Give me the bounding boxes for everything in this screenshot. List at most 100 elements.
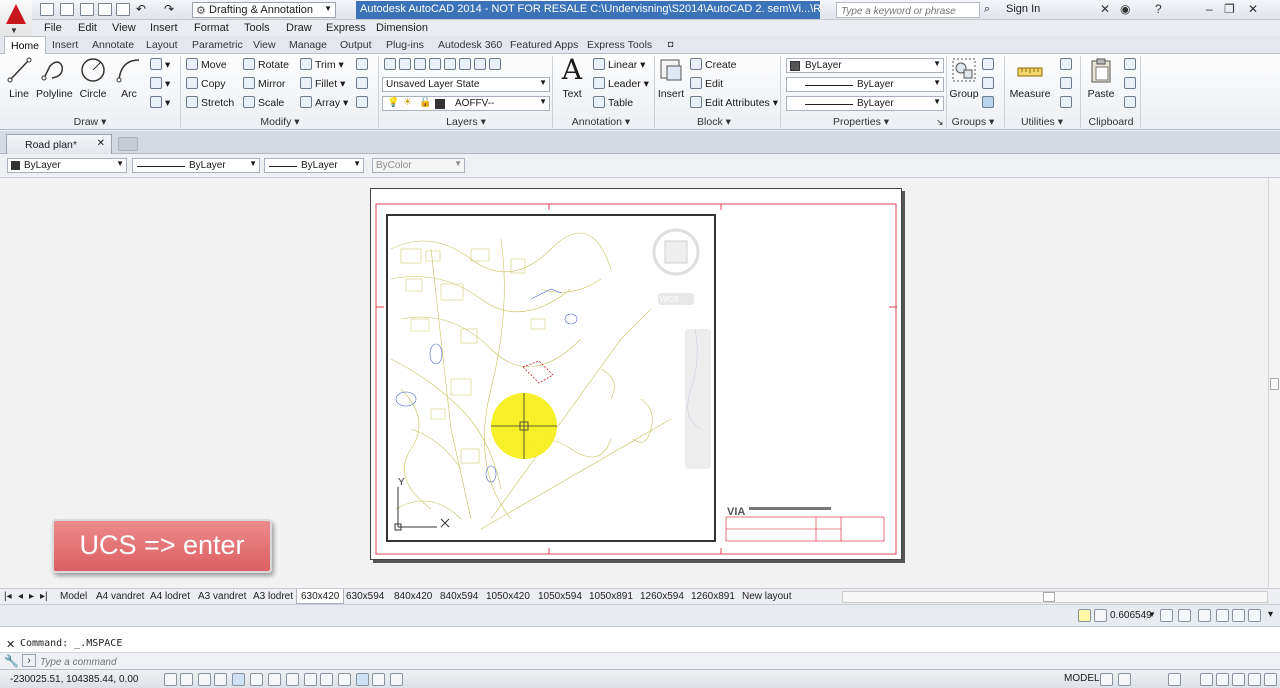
layer-properties-tools[interactable] — [384, 58, 504, 74]
scale-tool[interactable]: Scale — [243, 96, 284, 112]
wcs-label[interactable]: WCS — [660, 295, 679, 304]
tab-plugins[interactable]: Plug-ins — [386, 39, 424, 51]
rotate-tool[interactable]: Rotate — [243, 58, 289, 74]
tab-parametric[interactable]: Parametric — [192, 39, 243, 51]
quick-view-layouts-icon[interactable] — [1100, 673, 1113, 686]
close-icon[interactable]: ✕ — [1248, 2, 1258, 16]
quick-select-tool[interactable] — [1060, 58, 1075, 74]
command-input[interactable] — [40, 655, 1270, 669]
model-space-button[interactable]: MODEL — [1064, 673, 1100, 684]
infer-constraints-icon[interactable] — [164, 673, 177, 686]
binoculars-icon[interactable]: ⌕ — [984, 3, 990, 16]
offset-tool[interactable] — [356, 96, 371, 112]
tab-output[interactable]: Output — [340, 39, 372, 51]
properties-panel-title[interactable]: Properties ▾ — [826, 116, 896, 129]
create-block-tool[interactable]: Create — [690, 58, 737, 74]
linetype-select[interactable]: ByLayer ▼ — [786, 77, 944, 92]
fillet-tool[interactable]: Fillet ▾ — [300, 77, 345, 93]
lineweight-select[interactable]: ByLayer ▼ — [786, 96, 944, 111]
close-icon[interactable]: ✕ — [97, 138, 105, 149]
maximize-icon[interactable]: ❐ — [1224, 2, 1235, 16]
layer-select[interactable]: 💡 ☀ 🔓 AOFFV-- ▼ — [382, 96, 550, 111]
object-snap-icon[interactable] — [250, 673, 263, 686]
tab-autodesk360[interactable]: Autodesk 360 — [438, 39, 502, 51]
circle-tool[interactable]: Circle — [76, 56, 110, 100]
menu-view[interactable]: View — [112, 22, 136, 34]
undo-icon[interactable]: ↶ — [136, 2, 146, 16]
layout-tab-1260x891[interactable]: 1260x891 — [691, 591, 735, 602]
isolate-icon[interactable] — [1248, 673, 1261, 686]
block-panel-title[interactable]: Block ▾ — [684, 116, 744, 129]
utilities-panel-title[interactable]: Utilities ▾ — [1012, 116, 1072, 129]
minimize-icon[interactable]: – — [1206, 2, 1213, 16]
auto-scale-icon[interactable] — [1198, 609, 1211, 622]
chevron-down-icon[interactable]: ▼ — [1148, 610, 1156, 619]
tab-featured-apps[interactable]: Featured Apps — [510, 39, 578, 51]
layout-tab-630x594[interactable]: 630x594 — [346, 591, 384, 602]
layout-tab-model[interactable]: Model — [60, 591, 87, 602]
save-icon[interactable] — [80, 3, 94, 16]
tab-layout[interactable]: Layout — [146, 39, 178, 51]
ortho-mode-icon[interactable] — [214, 673, 227, 686]
wrench-icon[interactable]: 🔧 — [4, 654, 19, 668]
tab-manage[interactable]: Manage — [289, 39, 327, 51]
layers-panel-title[interactable]: Layers ▾ — [436, 116, 496, 129]
menu-insert[interactable]: Insert — [150, 22, 178, 34]
measure-tool[interactable]: Measure — [1008, 56, 1052, 100]
annotation-scale-icon[interactable] — [1160, 609, 1173, 622]
erase-tool[interactable] — [356, 58, 371, 74]
annotation-visibility-icon[interactable] — [1178, 609, 1191, 622]
copy-clip-tool[interactable] — [1124, 77, 1139, 93]
trim-tool[interactable]: Trim ▾ — [300, 58, 344, 74]
tab-view[interactable]: View — [253, 39, 276, 51]
id-point-tool[interactable] — [1060, 96, 1075, 112]
group-tool[interactable]: Group — [948, 56, 980, 100]
layout-tab-1260x594[interactable]: 1260x594 — [640, 591, 684, 602]
groups-panel-title[interactable]: Groups ▾ — [946, 116, 1000, 129]
hardware-acceleration-icon[interactable] — [1232, 673, 1245, 686]
quick-properties-icon[interactable] — [372, 673, 385, 686]
mirror-tool[interactable]: Mirror — [243, 77, 285, 93]
insert-block-tool[interactable]: Insert — [656, 56, 686, 100]
edit-attributes-tool[interactable]: Edit Attributes ▾ — [690, 96, 778, 112]
3d-object-snap-icon[interactable] — [268, 673, 281, 686]
linetype-control[interactable]: ByLayer ▼ — [132, 158, 260, 173]
array-tool[interactable]: Array ▾ — [300, 96, 348, 112]
menu-draw[interactable]: Draw — [286, 22, 312, 34]
lightbulb-icon[interactable] — [1232, 609, 1245, 622]
tab-annotate[interactable]: Annotate — [92, 39, 134, 51]
first-layout-arrow-icon[interactable]: |◂ — [4, 591, 12, 602]
properties-launcher-icon[interactable]: ↘ — [936, 117, 944, 128]
close-icon[interactable]: ✕ — [6, 638, 15, 651]
tab-home[interactable]: Home — [4, 36, 47, 54]
prev-layout-arrow-icon[interactable]: ◂ — [18, 591, 23, 602]
application-menu-button[interactable]: ▼ — [0, 0, 32, 36]
vertical-scrollbar[interactable] — [1268, 178, 1280, 588]
chevron-down-icon[interactable]: ▾ — [1268, 609, 1273, 620]
exchange-icon[interactable]: ✕ — [1100, 2, 1110, 16]
hatch-tool[interactable]: ▾ — [150, 77, 170, 93]
next-layout-arrow-icon[interactable]: ▸ — [29, 591, 34, 602]
menu-format[interactable]: Format — [194, 22, 229, 34]
sign-in-button[interactable]: Sign In — [1006, 3, 1040, 15]
rectangle-tool[interactable]: ▾ — [150, 58, 170, 74]
table-tool[interactable]: Table — [593, 96, 633, 112]
ungroup-tool[interactable] — [982, 58, 997, 74]
plotstyle-control[interactable]: ByColor ▼ — [372, 158, 465, 173]
selection-cycling-icon[interactable] — [390, 673, 403, 686]
coordinates-readout[interactable]: -230025.51, 104385.44, 0.00 — [10, 674, 138, 685]
group-selection-tool[interactable] — [982, 96, 997, 112]
cut-tool[interactable] — [1124, 58, 1139, 74]
line-tool[interactable]: Line — [4, 56, 34, 100]
viewport-scale-icon[interactable] — [1094, 609, 1107, 622]
region-tool[interactable]: ▾ — [150, 96, 170, 112]
scrollbar-thumb[interactable] — [1043, 592, 1055, 602]
lineweight-control[interactable]: ByLayer ▼ — [264, 158, 364, 173]
menu-file[interactable]: File — [44, 22, 62, 34]
copy-tool[interactable]: Copy — [186, 77, 226, 93]
tab-express-tools[interactable]: Express Tools — [587, 39, 652, 51]
layout-tab-a4-lodret[interactable]: A4 lodret — [150, 591, 190, 602]
linear-dim-tool[interactable]: Linear ▾ — [593, 58, 645, 74]
lineweight-display-icon[interactable] — [338, 673, 351, 686]
workspace-select[interactable]: ⚙ Drafting & Annotation ▼ — [192, 2, 336, 18]
